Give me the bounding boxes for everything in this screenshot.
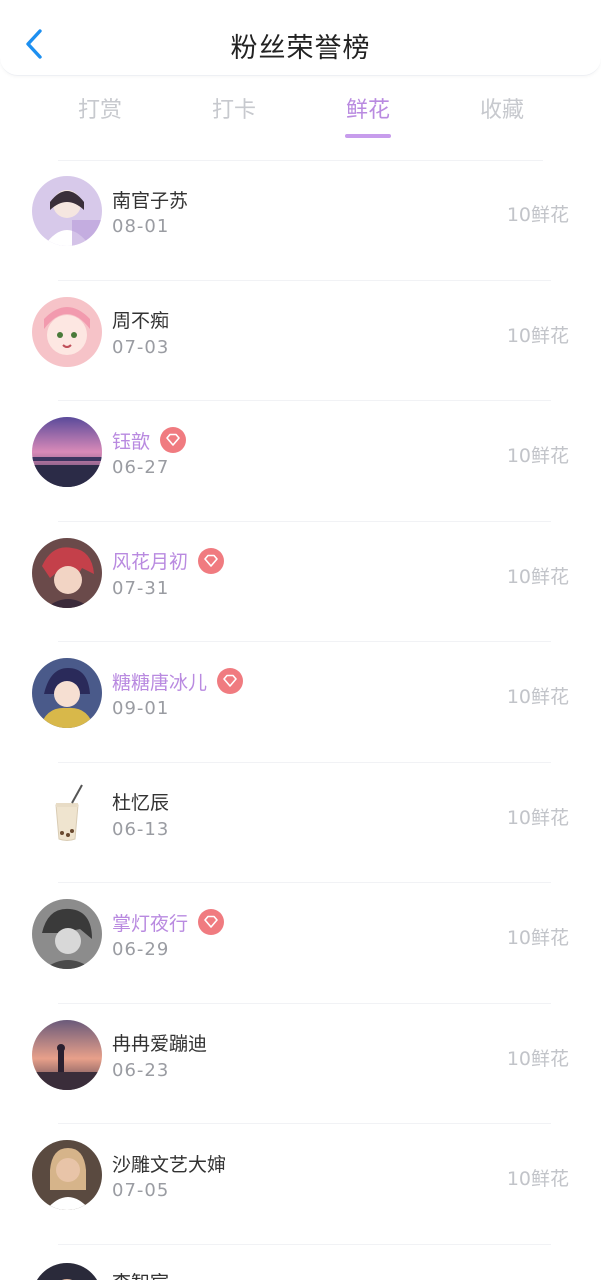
user-name: 掌灯夜行 [112,912,189,935]
flower-count: 10鲜花 [506,1168,569,1190]
diamond-badge-icon [198,909,225,935]
list-item[interactable]: 掌灯夜行 06-29 10鲜花 [0,883,601,1004]
tab-favorites[interactable]: 收藏 [442,92,562,142]
list-item[interactable]: 南官子苏 08-01 10鲜花 [0,160,601,281]
avatar [32,658,102,728]
user-name: 糖糖唐冰儿 [112,671,208,694]
flower-count: 10鲜花 [506,204,569,226]
flower-count: 10鲜花 [506,565,569,588]
date: 06-13 [112,818,170,840]
list-item[interactable]: 钰歆 06-27 10鲜花 [0,401,601,522]
tab-label: 收藏 [479,98,524,123]
fans-honor-page: 粉丝荣誉榜 打赏 打卡 鲜花 收藏 南官子苏 08-01 10鲜花 周不痴 07… [0,0,601,1280]
diamond-badge-icon [160,427,187,453]
diamond-badge-icon [198,547,225,574]
avatar [32,537,102,608]
user-name: 冉冉爱蹦迪 [112,1033,208,1055]
flower-count: 10鲜花 [506,806,569,829]
date: 07-31 [112,577,170,599]
avatar [32,1263,102,1280]
avatar [32,1140,102,1210]
list-item[interactable]: 杜忆辰 06-13 10鲜花 [0,763,601,884]
avatar [32,778,102,849]
list-item[interactable]: 冉冉爱蹦迪 06-23 10鲜花 [0,1004,601,1125]
flower-count: 10鲜花 [506,686,569,708]
active-tab-indicator [345,134,391,138]
list-item[interactable]: 沙雕文艺大婶 07-05 10鲜花 [0,1124,601,1245]
date: 06-29 [112,939,170,960]
avatar [32,417,102,487]
tab-bar: 打赏 打卡 鲜花 收藏 [0,92,601,152]
date: 09-01 [112,698,170,719]
user-name: 钰歆 [112,430,151,453]
date: 06-27 [112,457,170,478]
date: 06-23 [112,1059,170,1081]
tab-label: 打卡 [211,98,256,123]
list-item[interactable]: 周不痴 07-03 10鲜花 [0,281,601,402]
flower-count: 10鲜花 [506,927,569,949]
date: 08-01 [112,216,170,237]
list-item-partial[interactable]: 李智宸 [0,1245,601,1280]
user-name: 风花月初 [112,551,189,573]
tab-label: 打赏 [77,98,122,123]
user-name: 周不痴 [112,310,170,332]
tab-reward[interactable]: 打赏 [40,92,160,142]
avatar [32,296,102,367]
diamond-badge-icon [217,668,244,694]
avatar [32,899,102,969]
top-bar: 粉丝荣誉榜 [0,0,601,76]
date: 07-05 [112,1180,170,1201]
flower-count: 10鲜花 [506,324,569,347]
fan-list: 南官子苏 08-01 10鲜花 周不痴 07-03 10鲜花 钰歆 06-27 … [0,160,601,1245]
date: 07-03 [112,336,170,358]
flower-count: 10鲜花 [506,1047,569,1070]
avatar [32,1019,102,1090]
user-name: 李智宸 [112,1268,169,1280]
list-item[interactable]: 风花月初 07-31 10鲜花 [0,522,601,643]
flower-count: 10鲜花 [506,445,569,467]
user-name: 南官子苏 [112,189,189,212]
tab-flowers[interactable]: 鲜花 [308,92,428,142]
list-item[interactable]: 糖糖唐冰儿 09-01 10鲜花 [0,642,601,763]
tab-checkin[interactable]: 打卡 [174,92,294,142]
tab-label: 鲜花 [345,98,390,123]
page-title: 粉丝荣誉榜 [230,33,371,64]
avatar [32,176,102,246]
user-name: 沙雕文艺大婶 [112,1153,227,1176]
user-name: 杜忆辰 [112,792,170,814]
